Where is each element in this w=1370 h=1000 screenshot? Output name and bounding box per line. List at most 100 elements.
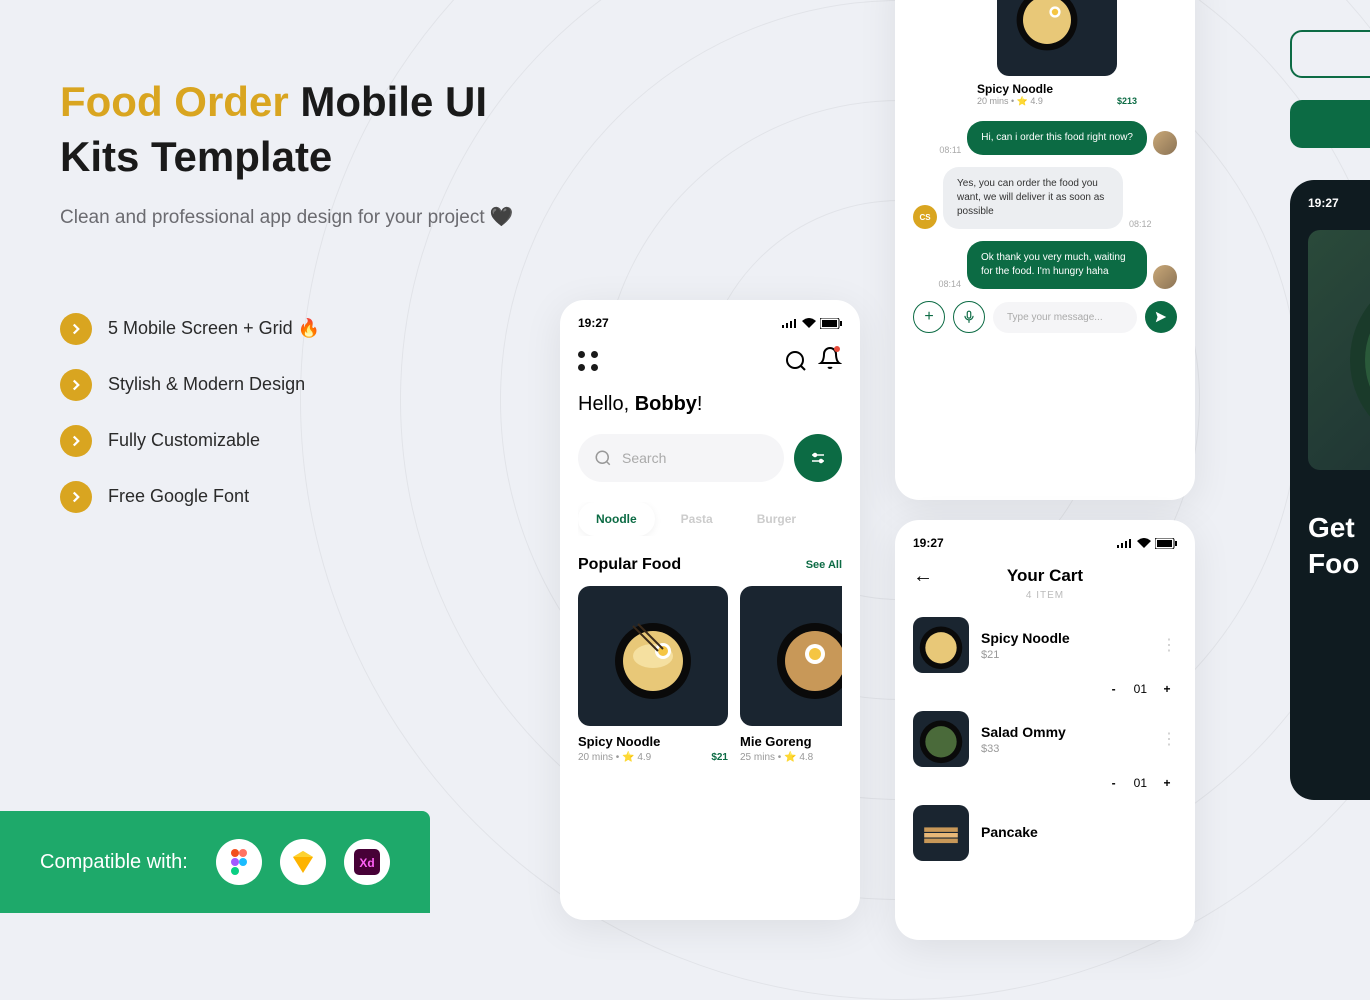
qty-value: 01 [1134, 776, 1147, 790]
feature-item: 5 Mobile Screen + Grid 🔥 [60, 313, 540, 345]
decrease-button[interactable]: - [1104, 773, 1124, 793]
avatar [1153, 131, 1177, 155]
see-all-link[interactable]: See All [806, 559, 842, 571]
xd-icon: Xd [344, 839, 390, 885]
compatible-bar: Compatible with: Xd [0, 811, 430, 913]
chevron-right-icon [60, 369, 92, 401]
feature-text: Free Google Font [108, 486, 249, 507]
food-price: $213 [1117, 96, 1137, 107]
status-time: 19:27 [578, 316, 609, 330]
hero-image [1308, 230, 1370, 470]
status-time: 19:27 [913, 536, 944, 550]
food-image [740, 586, 842, 726]
send-button[interactable] [1145, 301, 1177, 333]
chat-message: 08:11 Hi, can i order this food right no… [913, 121, 1177, 155]
feature-text: Fully Customizable [108, 430, 260, 451]
hero-subtitle: Clean and professional app design for yo… [60, 204, 540, 233]
chip-noodle[interactable]: Noodle [578, 502, 655, 536]
chat-food-card[interactable]: Spicy Noodle 20 mins • ⭐ 4.9 $213 [977, 0, 1137, 107]
category-chips: Noodle Pasta Burger [578, 502, 842, 536]
chat-input[interactable]: Type your message... [993, 302, 1137, 333]
svg-text:Xd: Xd [359, 856, 374, 870]
feature-item: Fully Customizable [60, 425, 540, 457]
status-icons [782, 318, 842, 329]
increase-button[interactable]: + [1157, 773, 1177, 793]
sketch-icon [280, 839, 326, 885]
msg-time: 08:14 [938, 279, 961, 289]
sliders-icon [809, 449, 827, 467]
figma-icon [216, 839, 262, 885]
status-time: 19:27 [1308, 196, 1339, 210]
cart-header: ← Your Cart [913, 566, 1177, 586]
avatar [1153, 265, 1177, 289]
search-input[interactable]: Search [578, 434, 784, 482]
mic-button[interactable] [953, 301, 985, 333]
food-name: Mie Goreng [740, 734, 842, 749]
chat-message: CS Yes, you can order the food you want,… [913, 167, 1177, 229]
chat-input-bar: + Type your message... [913, 301, 1177, 333]
increase-button[interactable]: + [1157, 679, 1177, 699]
food-price: $21 [711, 752, 728, 763]
hero-title: Food Order Mobile UI Kits Template [60, 75, 540, 184]
feature-item: Stylish & Modern Design [60, 369, 540, 401]
section-title: Popular Food [578, 556, 681, 574]
home-screen: 19:27 Hello, Bobby! Search Nood [560, 300, 860, 920]
cart-item-price: $33 [981, 743, 1149, 755]
onboarding-screen: 19:27 Get Foo [1290, 180, 1370, 800]
decrease-button[interactable]: - [1104, 679, 1124, 699]
menu-icon[interactable] [578, 351, 598, 371]
signal-icon [1117, 538, 1133, 548]
cart-item-name: Salad Ommy [981, 724, 1149, 740]
more-icon[interactable]: ⋮ [1161, 635, 1177, 655]
secondary-button[interactable] [1290, 30, 1370, 78]
filter-button[interactable] [794, 434, 842, 482]
qty-control: - 01 + [913, 679, 1177, 699]
search-icon [594, 449, 612, 467]
food-card[interactable]: Spicy Noodle 20 mins • ⭐ 4.9 $21 [578, 586, 728, 763]
feature-text: Stylish & Modern Design [108, 374, 305, 395]
title-accent: Food Order [60, 78, 289, 125]
battery-icon [820, 318, 842, 329]
section-header: Popular Food See All [578, 556, 842, 574]
msg-bubble: Ok thank you very much, waiting for the … [967, 241, 1147, 289]
status-bar: 19:27 [578, 316, 842, 330]
food-image [913, 711, 969, 767]
food-name: Spicy Noodle [578, 734, 728, 749]
greeting: Hello, Bobby! [578, 393, 842, 416]
cart-item-name: Spicy Noodle [981, 630, 1149, 646]
notification-icon[interactable] [818, 346, 842, 375]
compatible-icons: Xd [216, 839, 390, 885]
food-meta: 25 mins • ⭐ 4.8 [740, 752, 813, 763]
mic-icon [962, 310, 976, 324]
chat-message: 08:14 Ok thank you very much, waiting fo… [913, 241, 1177, 289]
cart-item-price: $21 [981, 649, 1149, 661]
status-bar: 19:27 [1308, 196, 1370, 210]
cart-item: Salad Ommy $33 ⋮ [913, 711, 1177, 767]
wifi-icon [1137, 538, 1151, 548]
back-button[interactable]: ← [913, 565, 933, 588]
wifi-icon [802, 318, 816, 328]
food-image [578, 586, 728, 726]
primary-button[interactable] [1290, 100, 1370, 148]
food-name: Spicy Noodle [977, 82, 1137, 96]
more-icon[interactable]: ⋮ [1161, 729, 1177, 749]
chip-pasta[interactable]: Pasta [663, 502, 731, 536]
cart-count: 4 ITEM [913, 590, 1177, 601]
food-image [913, 617, 969, 673]
top-bar [578, 346, 842, 375]
msg-time: 08:11 [939, 145, 961, 155]
qty-value: 01 [1134, 682, 1147, 696]
cart-item-name: Pancake [981, 824, 1177, 840]
food-image [913, 805, 969, 861]
chip-burger[interactable]: Burger [739, 502, 814, 536]
cart-item: Spicy Noodle $21 ⋮ [913, 617, 1177, 673]
chevron-right-icon [60, 481, 92, 513]
food-meta: 20 mins • ⭐ 4.9 [578, 752, 651, 763]
add-button[interactable]: + [913, 301, 945, 333]
msg-time: 08:12 [1129, 219, 1152, 229]
search-icon[interactable] [784, 349, 808, 373]
msg-bubble: Hi, can i order this food right now? [967, 121, 1147, 155]
battery-icon [1155, 538, 1177, 549]
chevron-right-icon [60, 313, 92, 345]
food-card[interactable]: Mie Goreng 25 mins • ⭐ 4.8 [740, 586, 842, 763]
